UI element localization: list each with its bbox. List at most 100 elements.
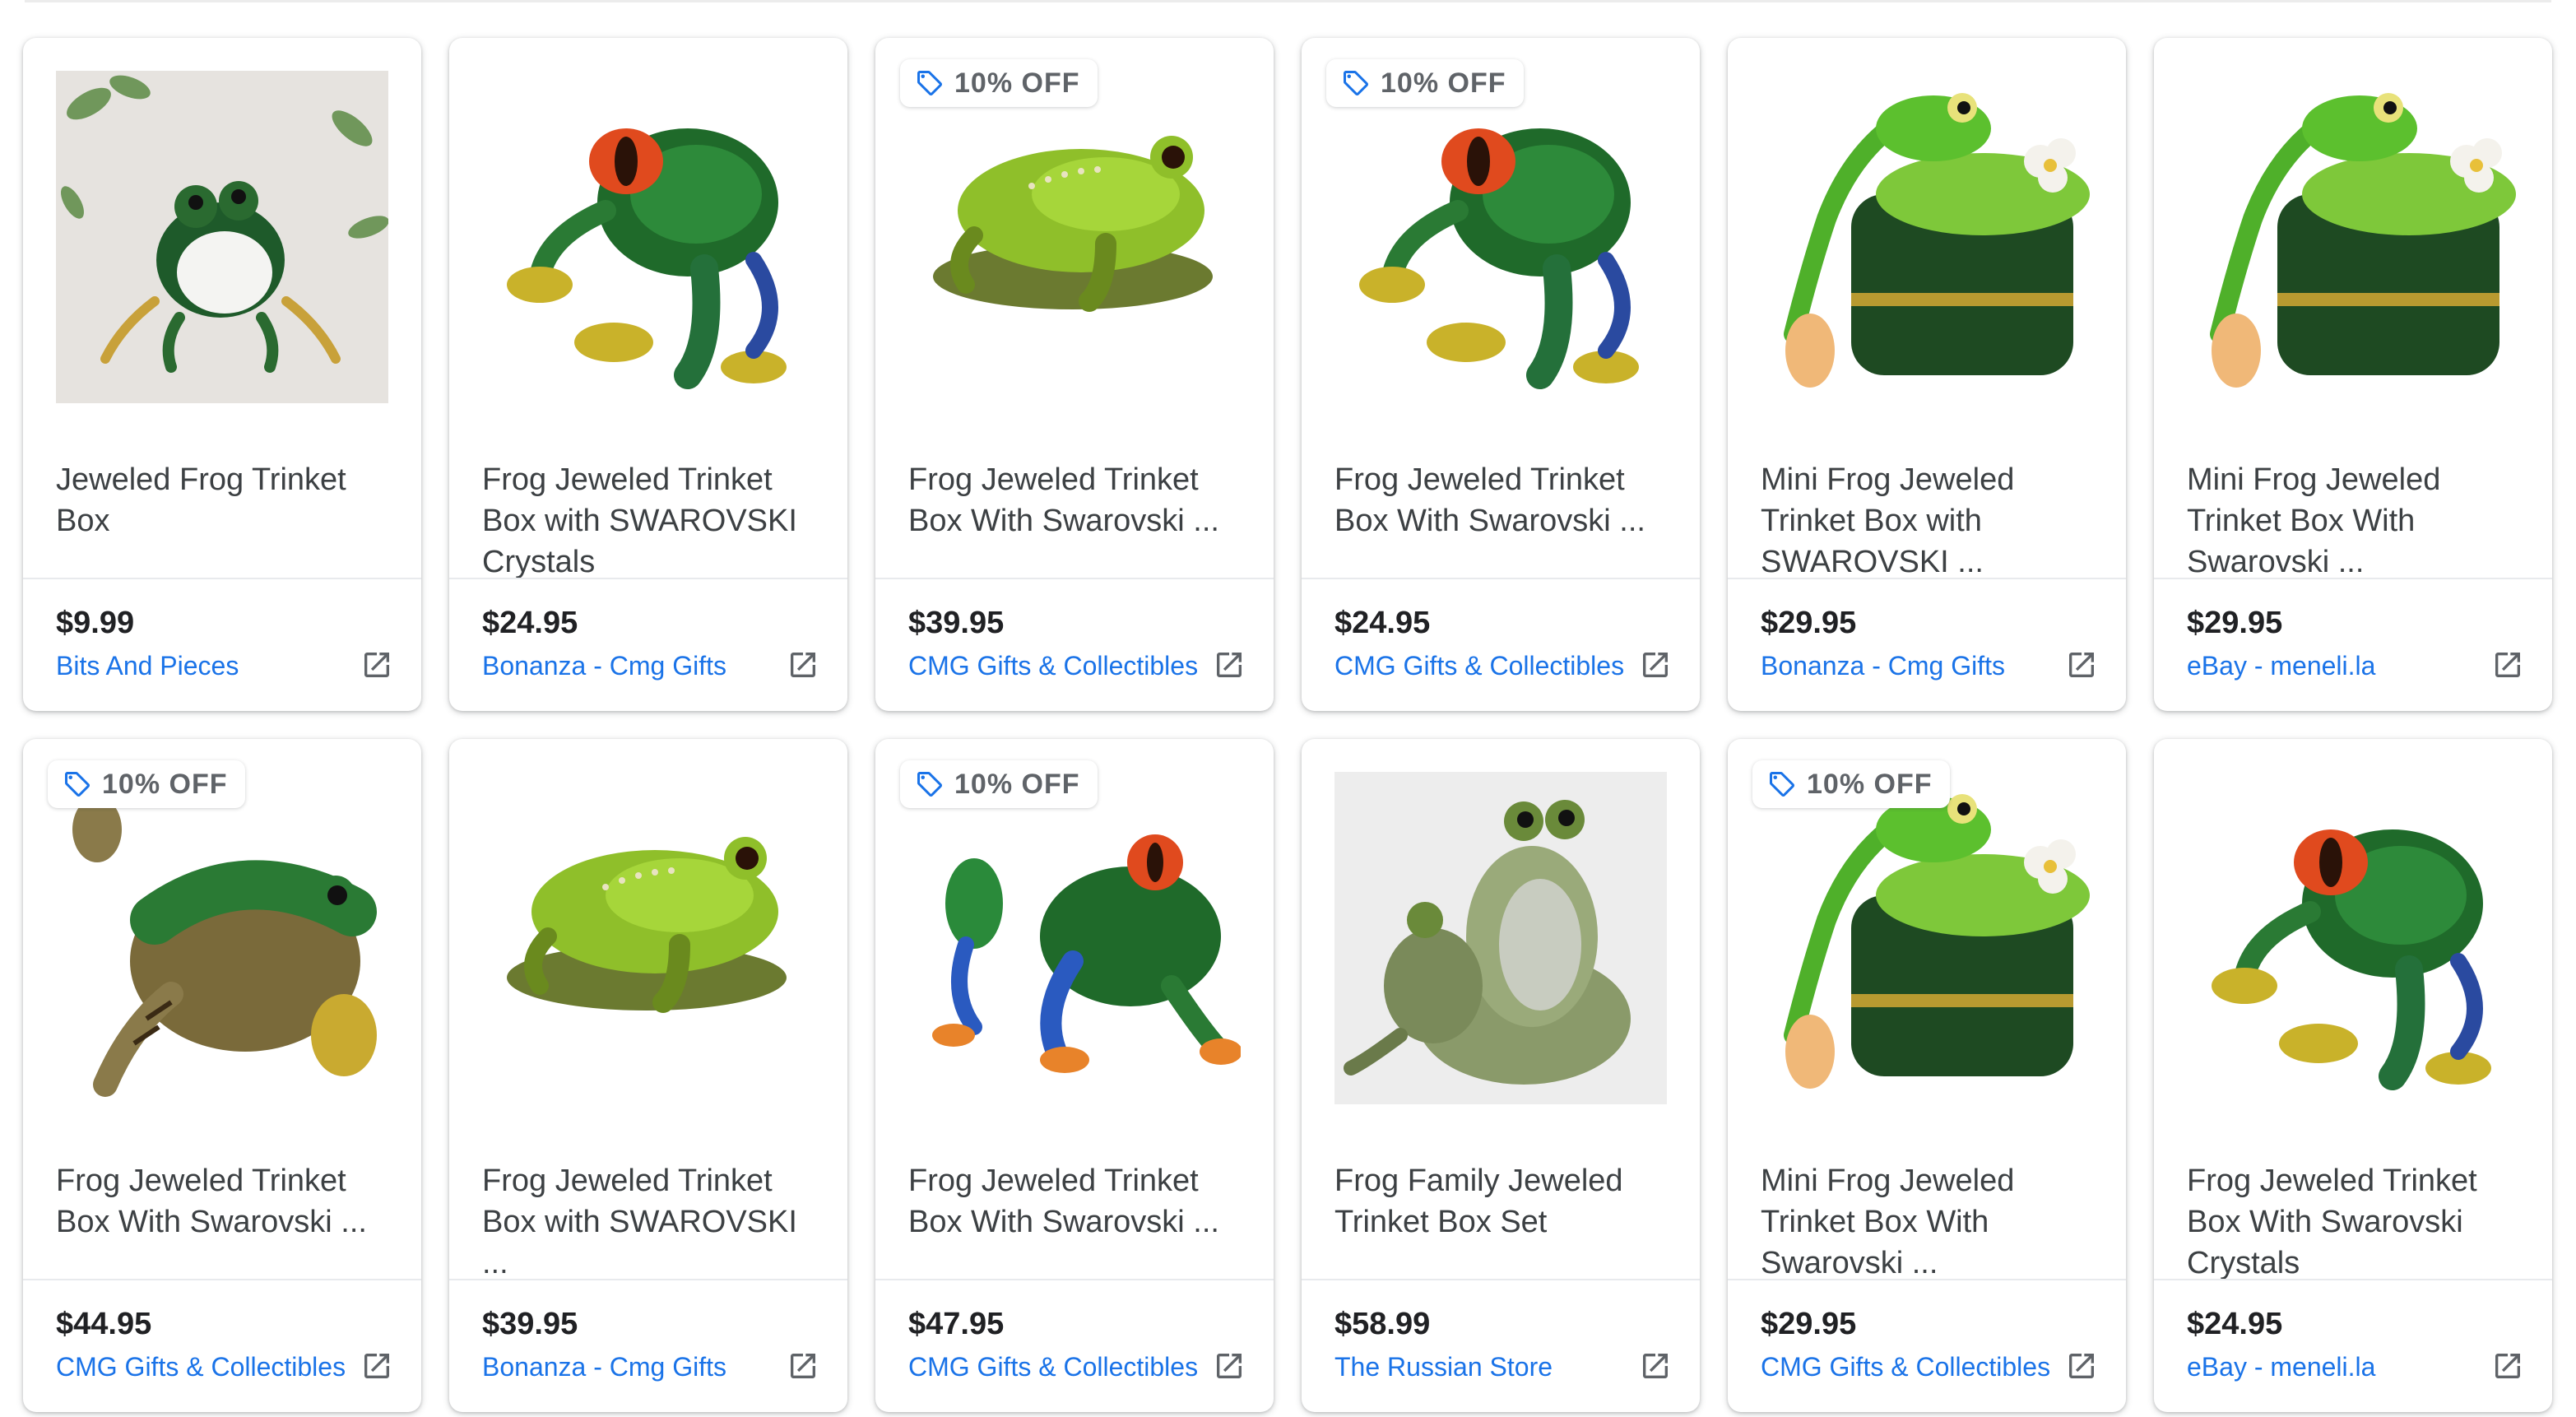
tag-icon bbox=[1767, 769, 1797, 799]
card-divider bbox=[1302, 1279, 1700, 1280]
product-image[interactable] bbox=[56, 71, 388, 403]
discount-badge: 10% OFF bbox=[900, 59, 1098, 107]
product-image[interactable] bbox=[2187, 71, 2519, 403]
seller-link[interactable]: eBay - meneli.la bbox=[2187, 1352, 2483, 1382]
product-price: $24.95 bbox=[1334, 606, 1431, 640]
frog-trinket-image bbox=[2187, 71, 2519, 403]
product-price: $29.95 bbox=[1761, 606, 1857, 640]
product-image[interactable] bbox=[908, 71, 1241, 403]
seller-link[interactable]: Bonanza - Cmg Gifts bbox=[1761, 651, 2057, 681]
card-divider bbox=[23, 1279, 421, 1280]
product-price: $39.95 bbox=[482, 1307, 578, 1341]
frog-trinket-image bbox=[908, 71, 1241, 403]
open-in-new-icon[interactable] bbox=[2491, 648, 2524, 681]
discount-badge-text: 10% OFF bbox=[1381, 67, 1506, 99]
product-image[interactable] bbox=[908, 772, 1241, 1104]
product-card-1[interactable]: Jeweled Frog Trinket Box $9.99 Bits And … bbox=[23, 38, 421, 711]
seller-link[interactable]: eBay - meneli.la bbox=[2187, 651, 2483, 681]
card-divider bbox=[1728, 1279, 2126, 1280]
seller-link[interactable]: CMG Gifts & Collectibles bbox=[56, 1352, 352, 1382]
product-card-10[interactable]: Frog Family Jeweled Trinket Box Set $58.… bbox=[1302, 739, 1700, 1412]
product-title[interactable]: Frog Jeweled Trinket Box With Swarovski … bbox=[2187, 1160, 2532, 1284]
product-price: $39.95 bbox=[908, 606, 1005, 640]
product-title[interactable]: Frog Jeweled Trinket Box With Swarovski … bbox=[56, 1160, 401, 1243]
product-image[interactable] bbox=[56, 772, 388, 1104]
open-in-new-icon[interactable] bbox=[787, 648, 819, 681]
seller-link[interactable]: The Russian Store bbox=[1334, 1352, 1631, 1382]
product-price: $44.95 bbox=[56, 1307, 152, 1341]
product-card-12[interactable]: Frog Jeweled Trinket Box With Swarovski … bbox=[2154, 739, 2552, 1412]
card-divider bbox=[449, 578, 847, 579]
product-card-4[interactable]: 10% OFF Frog Jeweled Trinket Box With Sw… bbox=[1302, 38, 1700, 711]
product-title[interactable]: Frog Jeweled Trinket Box With Swarovski … bbox=[908, 1160, 1254, 1243]
frog-trinket-image bbox=[1334, 772, 1667, 1104]
discount-badge: 10% OFF bbox=[900, 760, 1098, 808]
product-title[interactable]: Frog Jeweled Trinket Box With Swarovski … bbox=[1334, 459, 1680, 541]
product-price: $29.95 bbox=[2187, 606, 2283, 640]
open-in-new-icon[interactable] bbox=[1639, 1350, 1672, 1382]
product-card-2[interactable]: Frog Jeweled Trinket Box with SWAROVSKI … bbox=[449, 38, 847, 711]
product-title[interactable]: Mini Frog Jeweled Trinket Box With Swaro… bbox=[1761, 1160, 2106, 1284]
frog-trinket-image bbox=[56, 71, 388, 403]
product-image[interactable] bbox=[482, 772, 815, 1104]
seller-link[interactable]: Bonanza - Cmg Gifts bbox=[482, 651, 778, 681]
seller-link[interactable]: CMG Gifts & Collectibles bbox=[908, 1352, 1204, 1382]
open-in-new-icon[interactable] bbox=[2065, 648, 2098, 681]
product-card-7[interactable]: 10% OFF Frog Jeweled Trinket Box With Sw… bbox=[23, 739, 421, 1412]
open-in-new-icon[interactable] bbox=[1213, 1350, 1246, 1382]
product-card-9[interactable]: 10% OFF Frog Jeweled Trinket Box With Sw… bbox=[875, 739, 1274, 1412]
discount-badge-text: 10% OFF bbox=[102, 768, 228, 800]
product-image[interactable] bbox=[482, 71, 815, 403]
open-in-new-icon[interactable] bbox=[360, 648, 393, 681]
open-in-new-icon[interactable] bbox=[1213, 648, 1246, 681]
card-divider bbox=[449, 1279, 847, 1280]
product-image[interactable] bbox=[2187, 772, 2519, 1104]
tag-icon bbox=[915, 68, 945, 98]
product-image[interactable] bbox=[1334, 71, 1667, 403]
discount-badge: 10% OFF bbox=[1326, 59, 1525, 107]
seller-link[interactable]: CMG Gifts & Collectibles bbox=[1334, 651, 1631, 681]
product-title[interactable]: Frog Jeweled Trinket Box with SWAROVSKI … bbox=[482, 459, 828, 583]
seller-link[interactable]: CMG Gifts & Collectibles bbox=[1761, 1352, 2057, 1382]
product-price: $24.95 bbox=[482, 606, 578, 640]
seller-link[interactable]: CMG Gifts & Collectibles bbox=[908, 651, 1204, 681]
frog-trinket-image bbox=[908, 772, 1241, 1104]
frog-trinket-image bbox=[482, 772, 815, 1104]
product-title[interactable]: Frog Jeweled Trinket Box with SWAROVSKI … bbox=[482, 1160, 828, 1284]
product-price: $24.95 bbox=[2187, 1307, 2283, 1341]
discount-badge-text: 10% OFF bbox=[954, 768, 1080, 800]
product-title[interactable]: Frog Jeweled Trinket Box With Swarovski … bbox=[908, 459, 1254, 541]
product-price: $9.99 bbox=[56, 606, 135, 640]
product-card-5[interactable]: Mini Frog Jeweled Trinket Box with SWARO… bbox=[1728, 38, 2126, 711]
open-in-new-icon[interactable] bbox=[1639, 648, 1672, 681]
open-in-new-icon[interactable] bbox=[360, 1350, 393, 1382]
tag-icon bbox=[63, 769, 92, 799]
product-price: $47.95 bbox=[908, 1307, 1005, 1341]
seller-link[interactable]: Bonanza - Cmg Gifts bbox=[482, 1352, 778, 1382]
discount-badge: 10% OFF bbox=[48, 760, 246, 808]
product-title[interactable]: Jeweled Frog Trinket Box bbox=[56, 459, 401, 541]
open-in-new-icon[interactable] bbox=[787, 1350, 819, 1382]
product-card-3[interactable]: 10% OFF Frog Jeweled Trinket Box With Sw… bbox=[875, 38, 1274, 711]
discount-badge-text: 10% OFF bbox=[1807, 768, 1933, 800]
discount-badge-text: 10% OFF bbox=[954, 67, 1080, 99]
tag-icon bbox=[915, 769, 945, 799]
product-title[interactable]: Mini Frog Jeweled Trinket Box With Swaro… bbox=[2187, 459, 2532, 583]
product-card-8[interactable]: Frog Jeweled Trinket Box with SWAROVSKI … bbox=[449, 739, 847, 1412]
frog-trinket-image bbox=[56, 772, 388, 1104]
product-title[interactable]: Frog Family Jeweled Trinket Box Set bbox=[1334, 1160, 1680, 1243]
card-divider bbox=[1302, 578, 1700, 579]
card-divider bbox=[875, 578, 1274, 579]
product-image[interactable] bbox=[1761, 71, 2093, 403]
seller-link[interactable]: Bits And Pieces bbox=[56, 651, 352, 681]
product-title[interactable]: Mini Frog Jeweled Trinket Box with SWARO… bbox=[1761, 459, 2106, 583]
card-divider bbox=[875, 1279, 1274, 1280]
product-card-6[interactable]: Mini Frog Jeweled Trinket Box With Swaro… bbox=[2154, 38, 2552, 711]
product-image[interactable] bbox=[1334, 772, 1667, 1104]
product-image[interactable] bbox=[1761, 772, 2093, 1104]
product-card-11[interactable]: 10% OFF Mini Frog Jeweled Trinket Box Wi… bbox=[1728, 739, 2126, 1412]
open-in-new-icon[interactable] bbox=[2065, 1350, 2098, 1382]
card-divider bbox=[2154, 1279, 2552, 1280]
frog-trinket-image bbox=[1334, 71, 1667, 403]
open-in-new-icon[interactable] bbox=[2491, 1350, 2524, 1382]
